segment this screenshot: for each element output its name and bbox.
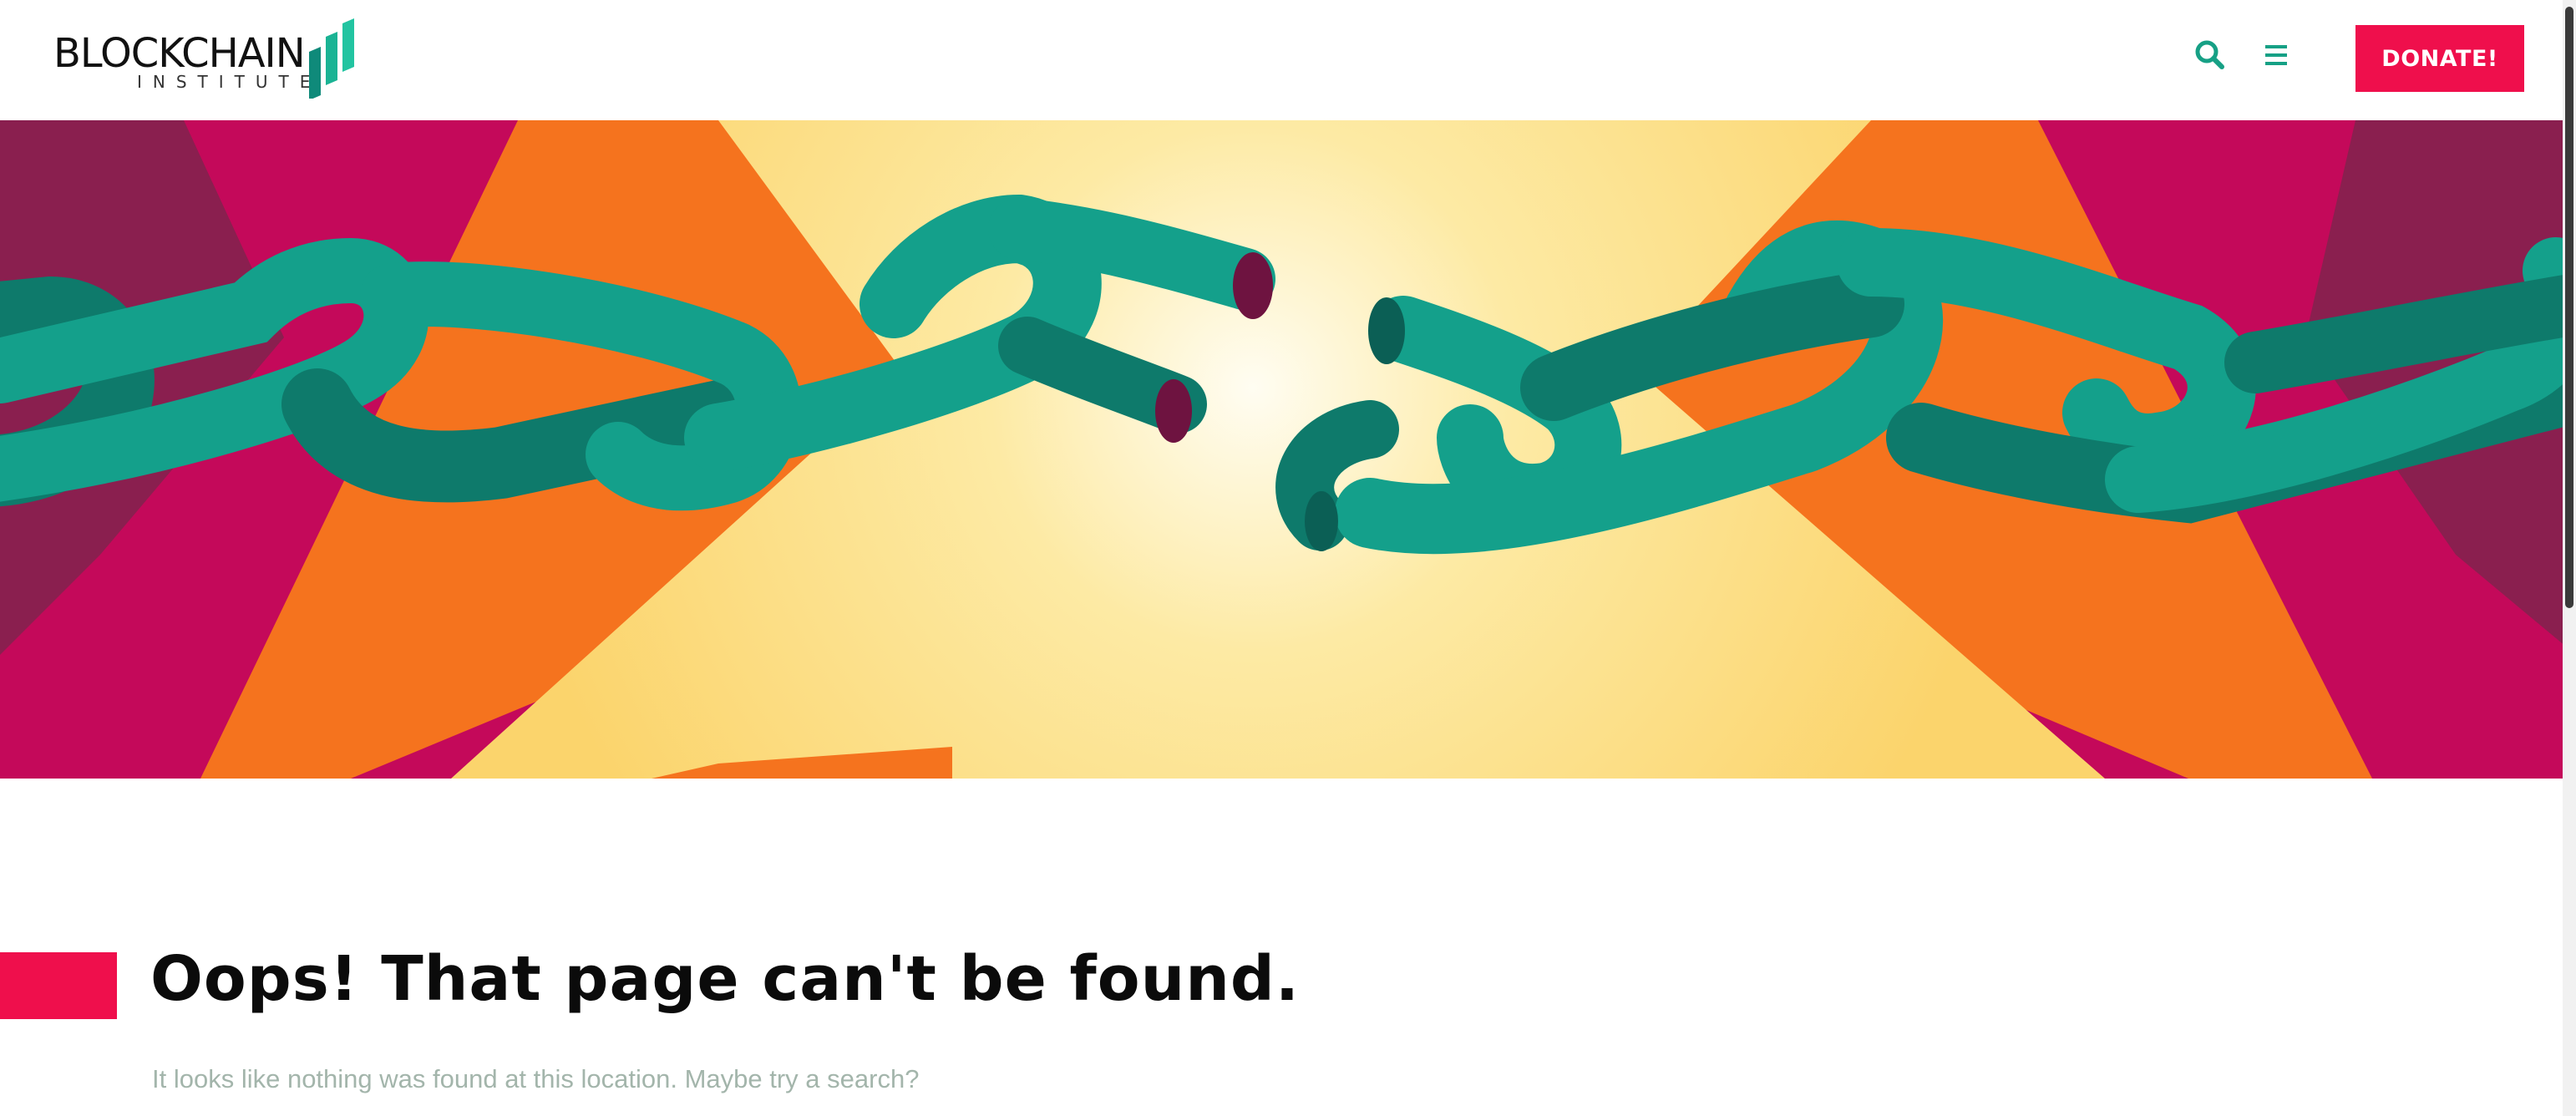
hamburger-menu-icon[interactable] bbox=[2260, 38, 2294, 72]
hero-banner bbox=[0, 120, 2576, 779]
logo-mark-icon bbox=[309, 18, 354, 99]
scrollbar-thumb[interactable] bbox=[2565, 7, 2573, 608]
logo-subtitle: INSTITUTE bbox=[137, 72, 322, 92]
donate-button[interactable]: DONATE! bbox=[2355, 25, 2524, 92]
not-found-message: It looks like nothing was found at this … bbox=[152, 1064, 920, 1093]
site-header: BLOCKCHAIN INSTITUTE DONATE! bbox=[0, 0, 2576, 120]
broken-chain-illustration bbox=[0, 120, 2576, 779]
site-logo[interactable]: BLOCKCHAIN INSTITUTE bbox=[53, 18, 363, 102]
page-title: Oops! That page can't be found. bbox=[150, 943, 1301, 1015]
logo-wordmark: BLOCKCHAIN bbox=[53, 30, 306, 77]
title-accent-bar bbox=[0, 952, 117, 1019]
page-scrollbar[interactable] bbox=[2563, 0, 2576, 1116]
search-icon[interactable] bbox=[2193, 38, 2227, 72]
